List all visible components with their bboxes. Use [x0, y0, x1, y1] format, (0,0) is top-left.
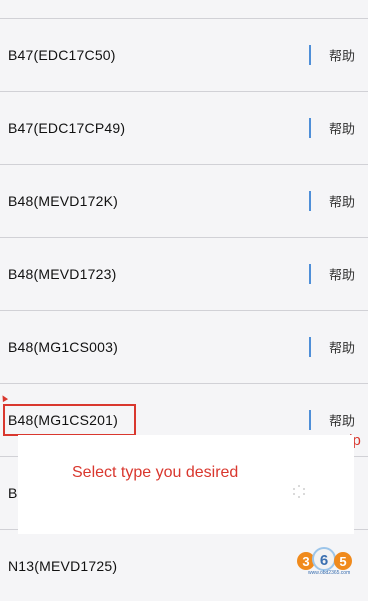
row-label: B48(MG1CS003) [8, 339, 118, 355]
list-row-b48-mevd1723[interactable]: B48(MEVD1723) 帮助 [0, 239, 368, 309]
row-separator [309, 191, 311, 211]
dot [293, 488, 295, 490]
row-separator [309, 264, 311, 284]
row-label: B47(EDC17C50) [8, 47, 116, 63]
instruction-popup: Select type you desired [18, 435, 354, 534]
row-label: N13(MEVD1725) [8, 558, 118, 574]
dot [298, 485, 300, 487]
list-row-b47-edc17cp49[interactable]: B47(EDC17CP49) 帮助 [0, 93, 368, 163]
list-row-b48-mg1cs003[interactable]: B48(MG1CS003) 帮助 [0, 312, 368, 382]
dot [298, 496, 300, 498]
row-separator [309, 337, 311, 357]
row-label: B47(EDC17CP49) [8, 120, 126, 136]
list-divider [0, 383, 368, 384]
list-divider [0, 310, 368, 311]
list-divider [0, 18, 368, 19]
help-button[interactable]: 帮助 [329, 411, 355, 430]
row-label: B48(MEVD172K) [8, 193, 118, 209]
help-button[interactable]: 帮助 [329, 192, 355, 211]
watermark: 3 6 5 www.obd2365.com [294, 544, 360, 588]
list-row-b47-edc17c50[interactable]: B47(EDC17C50) 帮助 [0, 20, 368, 90]
dot [303, 493, 305, 495]
row-separator [309, 45, 311, 65]
dot [293, 493, 295, 495]
highlight-box [3, 404, 136, 436]
dot [303, 488, 305, 490]
list-row-b48-mevd172k[interactable]: B48(MEVD172K) 帮助 [0, 166, 368, 236]
svg-text:6: 6 [320, 552, 328, 569]
svg-text:5: 5 [339, 554, 346, 569]
help-button[interactable]: 帮助 [329, 265, 355, 284]
help-button[interactable]: 帮助 [329, 338, 355, 357]
row-label: B48(MEVD1723) [8, 266, 117, 282]
row-label: B [8, 485, 18, 501]
watermark-url: www.obd2365.com [308, 570, 351, 576]
svg-text:3: 3 [302, 554, 309, 569]
row-separator [309, 118, 311, 138]
row-separator [309, 410, 311, 430]
list-divider [0, 164, 368, 165]
help-button[interactable]: 帮助 [329, 119, 355, 138]
list-divider [0, 237, 368, 238]
help-button[interactable]: 帮助 [329, 46, 355, 65]
list-divider [0, 91, 368, 92]
popup-text: Select type you desired [72, 464, 239, 481]
